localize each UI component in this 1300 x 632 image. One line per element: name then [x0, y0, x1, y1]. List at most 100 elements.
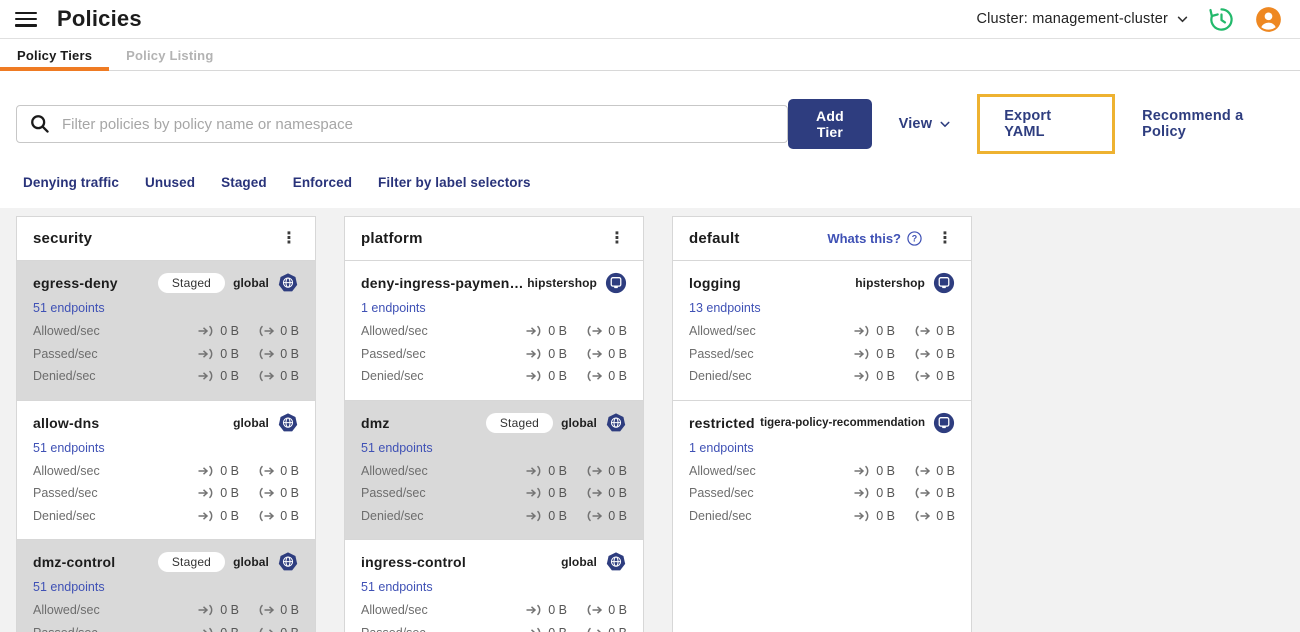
metric-row: Denied/sec 0 B 0 B [361, 505, 627, 528]
egress-arrow-icon [914, 370, 931, 382]
history-restore-icon[interactable] [1208, 6, 1235, 33]
ingress-arrow-icon [854, 325, 871, 337]
policy-card-restricted[interactable]: restricted tigera-policy-recommendation … [673, 399, 971, 539]
cluster-selector-label: Cluster: management-cluster [976, 11, 1168, 27]
metric-ingress-value: 0 B [507, 603, 567, 617]
quick-filter-enforced[interactable]: Enforced [293, 175, 352, 190]
tier-title: security [33, 230, 93, 247]
egress-arrow-icon [914, 510, 931, 522]
metric-ingress-value: 0 B [507, 626, 567, 632]
endpoints-link[interactable]: 51 endpoints [33, 301, 105, 315]
tier-header: security ⋮ [17, 217, 315, 260]
policy-scope: global [233, 276, 269, 290]
ingress-arrow-icon [526, 370, 543, 382]
egress-arrow-icon [258, 348, 275, 360]
quick-filter-denying-traffic[interactable]: Denying traffic [23, 175, 119, 190]
endpoints-link[interactable]: 13 endpoints [689, 301, 761, 315]
tab-bar: Policy Tiers Policy Listing [0, 39, 1300, 71]
metric-ingress-value: 0 B [179, 486, 239, 500]
user-avatar-icon[interactable] [1255, 6, 1282, 33]
metric-ingress-value: 0 B [835, 347, 895, 361]
quick-filters: Denying traffic Unused Staged Enforced Filte… [16, 175, 1284, 190]
policy-name: allow-dns [33, 414, 100, 431]
policy-name: dmz [361, 414, 390, 431]
view-dropdown-label: View [898, 116, 933, 132]
kebab-menu-icon[interactable]: ⋮ [607, 230, 627, 247]
ingress-arrow-icon [198, 604, 215, 616]
metric-row: Passed/sec 0 B 0 B [33, 343, 299, 366]
kebab-menu-icon[interactable]: ⋮ [935, 230, 955, 247]
recommend-policy-button[interactable]: Recommend a Policy [1142, 108, 1279, 140]
endpoints-link[interactable]: 51 endpoints [361, 441, 433, 455]
metric-label: Denied/sec [689, 369, 752, 384]
metric-row: Passed/sec 0 B 0 B [361, 343, 627, 366]
policy-name: egress-deny [33, 275, 118, 291]
endpoints-link[interactable]: 51 endpoints [33, 441, 105, 455]
top-bar-right: Cluster: management-cluster [976, 6, 1282, 33]
metric-row: Denied/sec 0 B 0 B [33, 505, 299, 528]
policy-card-dmz[interactable]: dmz Staged global 51 endpoints Allowed/se… [345, 399, 643, 539]
metric-label: Passed/sec [33, 346, 98, 361]
policy-card-dmz-control[interactable]: dmz-control Staged global 51 endpoints Al… [17, 539, 315, 632]
endpoints-link[interactable]: 51 endpoints [33, 580, 105, 594]
metric-label: Passed/sec [33, 626, 179, 632]
metric-egress-value: 0 B [567, 626, 627, 632]
policy-scope: tigera-policy-recommendation [760, 416, 925, 429]
egress-arrow-icon [258, 627, 275, 632]
metric-egress-value: 0 B [239, 369, 299, 383]
global-icon [277, 551, 299, 573]
policy-card-ingress-control[interactable]: ingress-control global 51 endpoints Allo… [345, 539, 643, 632]
metric-ingress-value: 0 B [507, 369, 567, 383]
kebab-menu-icon[interactable]: ⋮ [279, 230, 299, 247]
export-yaml-button[interactable]: Export YAML [1004, 108, 1088, 140]
metric-ingress-value: 0 B [179, 324, 239, 338]
metric-label: Allowed/sec [361, 603, 428, 618]
metric-ingress-value: 0 B [179, 464, 239, 478]
metric-egress-value: 0 B [895, 509, 955, 523]
metric-egress-value: 0 B [895, 347, 955, 361]
view-dropdown[interactable]: View [899, 116, 951, 132]
quick-filter-filter-by-label-selectors[interactable]: Filter by label selectors [378, 175, 531, 190]
tier-column-security: security ⋮ egress-deny Staged global 51 e… [16, 216, 316, 632]
add-tier-button[interactable]: Add Tier [788, 99, 872, 149]
endpoints-link[interactable]: 1 endpoints [361, 301, 426, 315]
metric-egress-value: 0 B [239, 486, 299, 500]
ingress-arrow-icon [198, 370, 215, 382]
policy-name: dmz-control [33, 554, 116, 570]
policy-scope: global [561, 415, 597, 430]
whats-this-link[interactable]: Whats this? ? [827, 231, 922, 246]
global-icon [605, 551, 627, 573]
policy-card-allow-dns[interactable]: allow-dns global 51 endpoints Allowed/se… [17, 399, 315, 539]
ingress-arrow-icon [198, 325, 215, 337]
egress-arrow-icon [586, 465, 603, 477]
metric-row: Passed/sec 0 B 0 B [689, 482, 955, 505]
endpoints-link[interactable]: 1 endpoints [689, 441, 754, 455]
endpoints-link[interactable]: 51 endpoints [361, 580, 433, 594]
policy-scope: hipstershop [527, 276, 597, 290]
tier-header: default Whats this? ? ⋮ [673, 217, 971, 260]
search-input[interactable] [16, 105, 789, 143]
policy-card-egress-deny[interactable]: egress-deny Staged global 51 endpoints Al… [17, 260, 315, 400]
hamburger-menu-icon[interactable] [15, 11, 37, 27]
quick-filter-unused[interactable]: Unused [145, 175, 195, 190]
policy-card-logging[interactable]: logging hipstershop 13 endpoints Allowed… [673, 260, 971, 400]
ingress-arrow-icon [526, 487, 543, 499]
policy-name: restricted [689, 414, 755, 431]
ingress-arrow-icon [526, 604, 543, 616]
policy-name: logging [689, 275, 741, 291]
tier-title: platform [361, 230, 423, 247]
quick-filter-staged[interactable]: Staged [221, 175, 267, 190]
svg-text:?: ? [912, 234, 917, 244]
egress-arrow-icon [258, 510, 275, 522]
tab-policy-listing[interactable]: Policy Listing [109, 39, 230, 70]
global-icon [605, 412, 627, 434]
cluster-selector[interactable]: Cluster: management-cluster [976, 11, 1188, 27]
egress-arrow-icon [258, 487, 275, 499]
metric-ingress-value: 0 B [507, 486, 567, 500]
metric-egress-value: 0 B [567, 369, 627, 383]
egress-arrow-icon [586, 348, 603, 360]
tab-policy-tiers[interactable]: Policy Tiers [0, 39, 110, 71]
metric-ingress-value: 0 B [835, 464, 895, 478]
policy-card-deny-ingress-paymentservi[interactable]: deny-ingress-paymentservi... hipstershop… [345, 260, 643, 400]
metric-label: Passed/sec [361, 346, 426, 361]
